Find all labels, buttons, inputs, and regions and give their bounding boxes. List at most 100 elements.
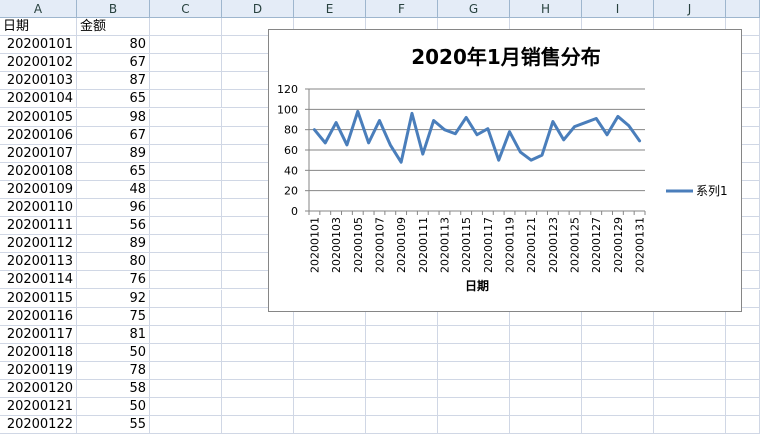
- date-cell[interactable]: 20200107: [0, 144, 77, 163]
- amount-cell[interactable]: 87: [77, 72, 150, 91]
- empty-cell[interactable]: [150, 180, 222, 199]
- empty-cell[interactable]: [222, 416, 294, 434]
- date-cell[interactable]: 20200104: [0, 90, 77, 109]
- empty-cell[interactable]: [510, 398, 582, 417]
- amount-cell[interactable]: 81: [77, 325, 150, 344]
- empty-cell[interactable]: [366, 380, 438, 399]
- empty-cell[interactable]: [150, 343, 222, 362]
- empty-cell[interactable]: [726, 380, 760, 399]
- column-header-a[interactable]: A: [0, 0, 77, 18]
- date-cell[interactable]: 20200117: [0, 325, 77, 344]
- empty-cell[interactable]: [510, 343, 582, 362]
- amount-cell[interactable]: 98: [77, 108, 150, 127]
- amount-cell[interactable]: 55: [77, 416, 150, 434]
- amount-cell[interactable]: 58: [77, 380, 150, 399]
- empty-cell[interactable]: [294, 398, 366, 417]
- date-cell[interactable]: 20200106: [0, 126, 77, 145]
- empty-cell[interactable]: [438, 361, 510, 380]
- empty-cell[interactable]: [150, 126, 222, 145]
- empty-cell[interactable]: [150, 217, 222, 236]
- empty-cell[interactable]: [510, 416, 582, 434]
- empty-cell[interactable]: [510, 380, 582, 399]
- empty-cell[interactable]: [582, 416, 654, 434]
- empty-cell[interactable]: [222, 398, 294, 417]
- empty-cell[interactable]: [366, 325, 438, 344]
- date-cell[interactable]: 20200120: [0, 380, 77, 399]
- empty-cell[interactable]: [222, 380, 294, 399]
- empty-cell[interactable]: [150, 289, 222, 308]
- empty-cell[interactable]: [654, 398, 726, 417]
- empty-cell[interactable]: [726, 361, 760, 380]
- date-cell[interactable]: 20200116: [0, 307, 77, 326]
- date-cell[interactable]: 20200111: [0, 217, 77, 236]
- empty-cell[interactable]: [150, 18, 222, 37]
- empty-cell[interactable]: [726, 398, 760, 417]
- column-header-j[interactable]: J: [654, 0, 726, 18]
- empty-cell[interactable]: [150, 36, 222, 55]
- column-header-next[interactable]: [726, 0, 760, 18]
- amount-cell[interactable]: 65: [77, 162, 150, 181]
- empty-cell[interactable]: [150, 380, 222, 399]
- column-header-h[interactable]: H: [510, 0, 582, 18]
- empty-cell[interactable]: [150, 199, 222, 218]
- empty-cell[interactable]: [510, 325, 582, 344]
- amount-cell[interactable]: 92: [77, 289, 150, 308]
- empty-cell[interactable]: [726, 416, 760, 434]
- empty-cell[interactable]: [726, 325, 760, 344]
- empty-cell[interactable]: [438, 325, 510, 344]
- empty-cell[interactable]: [294, 343, 366, 362]
- date-cell[interactable]: 20200108: [0, 162, 77, 181]
- empty-cell[interactable]: [150, 72, 222, 91]
- date-cell[interactable]: 20200118: [0, 343, 77, 362]
- empty-cell[interactable]: [150, 54, 222, 73]
- amount-cell[interactable]: 80: [77, 36, 150, 55]
- empty-cell[interactable]: [150, 108, 222, 127]
- column-header-f[interactable]: F: [366, 0, 438, 18]
- header-cell-amount[interactable]: 金额: [77, 18, 150, 37]
- amount-cell[interactable]: 89: [77, 235, 150, 254]
- amount-cell[interactable]: 76: [77, 271, 150, 290]
- empty-cell[interactable]: [654, 361, 726, 380]
- amount-cell[interactable]: 67: [77, 54, 150, 73]
- empty-cell[interactable]: [294, 325, 366, 344]
- embedded-chart[interactable]: 2020年1月销售分布 0 20 40 60 80 100 120 20200101 202001…: [268, 29, 742, 312]
- date-cell[interactable]: 20200121: [0, 398, 77, 417]
- amount-cell[interactable]: 89: [77, 144, 150, 163]
- amount-cell[interactable]: 80: [77, 253, 150, 272]
- empty-cell[interactable]: [582, 380, 654, 399]
- date-cell[interactable]: 20200102: [0, 54, 77, 73]
- date-cell[interactable]: 20200101: [0, 36, 77, 55]
- amount-cell[interactable]: 67: [77, 126, 150, 145]
- column-header-i[interactable]: I: [582, 0, 654, 18]
- date-cell[interactable]: 20200115: [0, 289, 77, 308]
- empty-cell[interactable]: [150, 361, 222, 380]
- empty-cell[interactable]: [366, 343, 438, 362]
- date-cell[interactable]: 20200113: [0, 253, 77, 272]
- empty-cell[interactable]: [582, 343, 654, 362]
- empty-cell[interactable]: [438, 416, 510, 434]
- empty-cell[interactable]: [654, 416, 726, 434]
- date-cell[interactable]: 20200105: [0, 108, 77, 127]
- amount-cell[interactable]: 78: [77, 361, 150, 380]
- empty-cell[interactable]: [150, 162, 222, 181]
- date-cell[interactable]: 20200122: [0, 416, 77, 434]
- date-cell[interactable]: 20200109: [0, 180, 77, 199]
- empty-cell[interactable]: [366, 416, 438, 434]
- amount-cell[interactable]: 65: [77, 90, 150, 109]
- empty-cell[interactable]: [582, 361, 654, 380]
- empty-cell[interactable]: [150, 144, 222, 163]
- empty-cell[interactable]: [150, 325, 222, 344]
- empty-cell[interactable]: [438, 380, 510, 399]
- date-cell[interactable]: 20200114: [0, 271, 77, 290]
- empty-cell[interactable]: [222, 343, 294, 362]
- date-cell[interactable]: 20200103: [0, 72, 77, 91]
- empty-cell[interactable]: [150, 253, 222, 272]
- empty-cell[interactable]: [222, 361, 294, 380]
- empty-cell[interactable]: [150, 398, 222, 417]
- amount-cell[interactable]: 96: [77, 199, 150, 218]
- empty-cell[interactable]: [510, 361, 582, 380]
- date-cell[interactable]: 20200112: [0, 235, 77, 254]
- empty-cell[interactable]: [150, 90, 222, 109]
- empty-cell[interactable]: [438, 343, 510, 362]
- column-header-b[interactable]: B: [77, 0, 150, 18]
